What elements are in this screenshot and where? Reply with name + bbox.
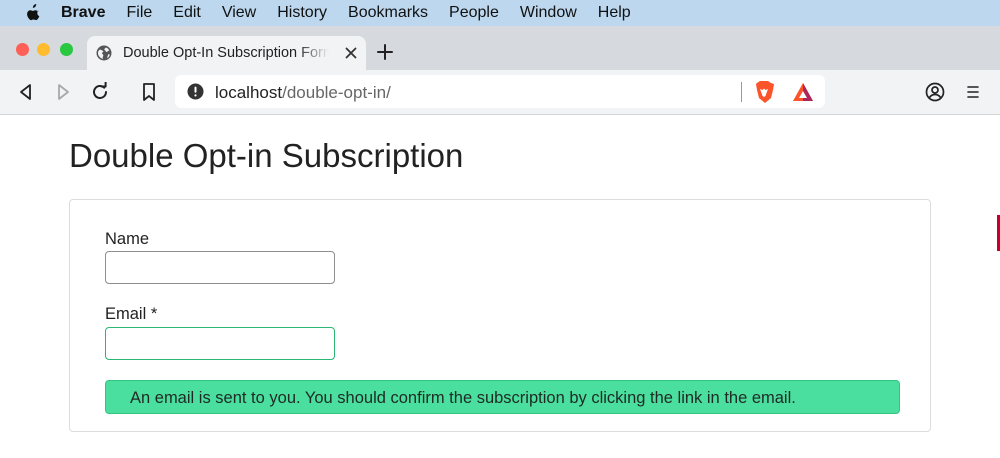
menu-view[interactable]: View [222,4,256,22]
info-icon[interactable] [187,83,204,100]
brave-rewards-icon[interactable] [792,82,814,102]
forward-icon[interactable] [53,82,73,102]
menu-window[interactable]: Window [520,4,577,22]
menu-bookmarks[interactable]: Bookmarks [348,4,428,22]
back-icon[interactable] [16,82,36,102]
browser-toolbar: localhost/double-opt-in/ [0,70,1000,115]
window-minimize-button[interactable] [37,43,50,56]
menu-bar: Brave File Edit View History Bookmarks P… [0,0,1000,26]
url-host: localhost [215,83,283,102]
url-text: localhost/double-opt-in/ [215,83,391,103]
success-alert: An email is sent to you. You should conf… [105,380,900,414]
name-input[interactable] [105,251,335,284]
reload-icon[interactable] [90,82,110,102]
url-path: /double-opt-in/ [282,83,391,102]
tab-title: Double Opt-In Subscription Form [123,45,329,61]
new-tab-icon[interactable] [375,42,395,62]
name-label: Name [105,230,150,248]
menu-help[interactable]: Help [598,4,631,22]
bookmark-icon[interactable] [139,82,159,102]
menu-history[interactable]: History [277,4,327,22]
window-zoom-button[interactable] [60,43,73,56]
profile-icon[interactable] [925,82,945,102]
page-content: Double Opt-in Subscription Name Email * … [0,115,1000,458]
subscription-form-card: Name Email * An email is sent to you. Yo… [69,199,931,432]
menu-file[interactable]: File [126,4,152,22]
apple-icon[interactable] [25,4,41,22]
globe-icon [96,45,112,61]
page-title: Double Opt-in Subscription [69,137,464,174]
tab-close-icon[interactable] [343,45,359,61]
email-input[interactable] [105,327,335,360]
menu-icon[interactable] [963,82,983,102]
brave-shields-icon[interactable] [753,80,775,104]
menu-app-name[interactable]: Brave [61,4,105,22]
tab-active[interactable]: Double Opt-In Subscription Form [87,36,366,70]
address-bar-divider [741,82,742,102]
menu-people[interactable]: People [449,4,499,22]
menu-edit[interactable]: Edit [173,4,201,22]
address-bar[interactable]: localhost/double-opt-in/ [175,75,825,108]
window-close-button[interactable] [16,43,29,56]
email-label: Email * [105,305,158,323]
